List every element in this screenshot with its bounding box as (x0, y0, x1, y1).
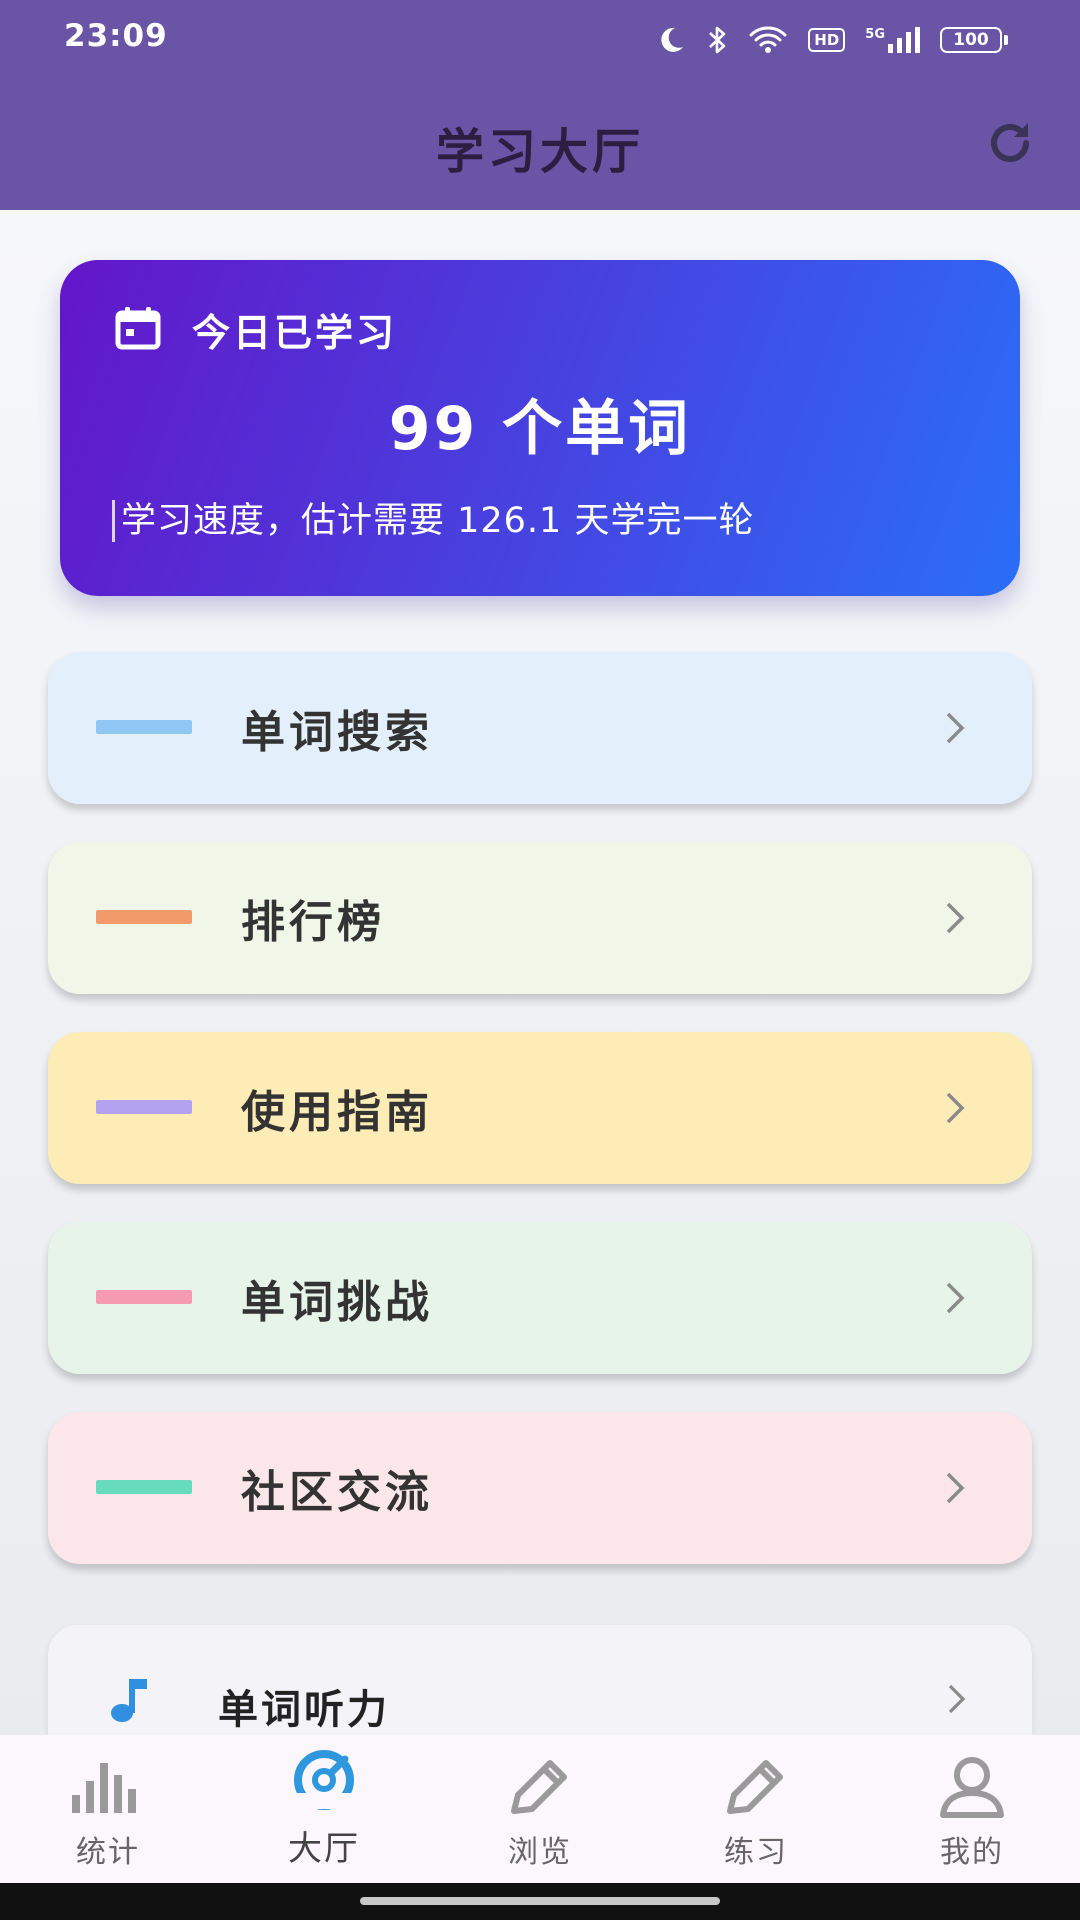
app-bar: 学习大厅 (0, 80, 1080, 210)
menu-item-community[interactable]: 社区交流 (48, 1412, 1032, 1564)
today-label: 今日已学习 (192, 311, 398, 355)
nav-label: 练习 (724, 1835, 788, 1870)
pencil-icon (720, 1755, 792, 1821)
nav-item-browse[interactable]: 浏览 (432, 1735, 648, 1883)
battery-tip (1004, 35, 1008, 45)
word-search-thumb-icon (96, 720, 192, 734)
today-word-count: 99 个单词 (388, 394, 692, 464)
home-gesture-handle[interactable] (360, 1897, 720, 1905)
wifi-icon (748, 25, 788, 55)
study-speed-note: 学习速度，估计需要 126.1 天学完一轮 (112, 500, 992, 542)
chevron-right-icon (934, 1468, 974, 1508)
today-study-card: 今日已学习 99 个单词 学习速度，估计需要 126.1 天学完一轮 (60, 260, 1020, 596)
nav-item-stats[interactable]: 统计 (0, 1735, 216, 1883)
menu-item-word-challenge[interactable]: 单词挑战 (48, 1222, 1032, 1374)
nav-label: 大厅 (288, 1829, 360, 1869)
battery-icon: 100 (940, 27, 1008, 53)
nav-label: 我的 (940, 1835, 1004, 1870)
menu-item-label: 排行榜 (241, 897, 385, 948)
chevron-right-icon (938, 1681, 974, 1717)
today-header: 今日已学习 (114, 302, 397, 357)
chevron-right-icon (934, 1088, 974, 1128)
menu-item-label: 社区交流 (241, 1467, 433, 1518)
menu-item-user-guide[interactable]: 使用指南 (48, 1032, 1032, 1184)
main-content[interactable]: 今日已学习 99 个单词 学习速度，估计需要 126.1 天学完一轮 单词搜索 … (0, 210, 1080, 1735)
menu-item-word-listening[interactable]: 单词听力 (48, 1625, 1032, 1735)
user-guide-thumb-icon (96, 1100, 192, 1114)
nav-item-hall[interactable]: 大厅 (216, 1735, 432, 1883)
calendar-icon (114, 306, 162, 354)
person-icon (937, 1755, 1007, 1823)
nav-label: 统计 (76, 1835, 140, 1870)
moon-icon (656, 25, 686, 55)
status-bar: 23:09 HD 5G 100 (0, 0, 1080, 80)
menu-item-word-search[interactable]: 单词搜索 (48, 652, 1032, 804)
menu-item-label: 单词搜索 (241, 707, 433, 758)
menu-item-label: 单词听力 (218, 1687, 390, 1733)
leaderboard-thumb-icon (96, 910, 192, 924)
music-note-icon (108, 1675, 152, 1723)
menu-item-label: 单词挑战 (241, 1277, 433, 1328)
pencil-icon (504, 1755, 576, 1821)
gesture-bar (0, 1883, 1080, 1920)
network-type: 5G (865, 27, 885, 42)
status-icons: HD 5G 100 (656, 18, 1008, 62)
chevron-right-icon (934, 1278, 974, 1318)
community-thumb-icon (96, 1480, 192, 1494)
chevron-right-icon (934, 898, 974, 938)
status-time: 23:09 (64, 18, 168, 54)
menu-item-leaderboard[interactable]: 排行榜 (48, 842, 1032, 994)
refresh-button[interactable] (980, 115, 1040, 175)
bar-chart-icon (70, 1755, 146, 1819)
bluetooth-icon (706, 25, 728, 55)
signal-icon: 5G (865, 27, 920, 53)
nav-item-mine[interactable]: 我的 (864, 1735, 1080, 1883)
page-title: 学习大厅 (435, 124, 644, 180)
word-challenge-thumb-icon (96, 1290, 192, 1304)
hd-icon: HD (808, 28, 846, 52)
menu-item-label: 使用指南 (241, 1087, 433, 1138)
nav-item-practice[interactable]: 练习 (648, 1735, 864, 1883)
chevron-right-icon (934, 708, 974, 748)
gauge-icon (287, 1749, 361, 1815)
refresh-icon (984, 117, 1036, 173)
bottom-nav: 统计 大厅 浏览 练习 我的 (0, 1735, 1080, 1883)
battery-level: 100 (940, 27, 1002, 53)
nav-label: 浏览 (508, 1835, 572, 1870)
